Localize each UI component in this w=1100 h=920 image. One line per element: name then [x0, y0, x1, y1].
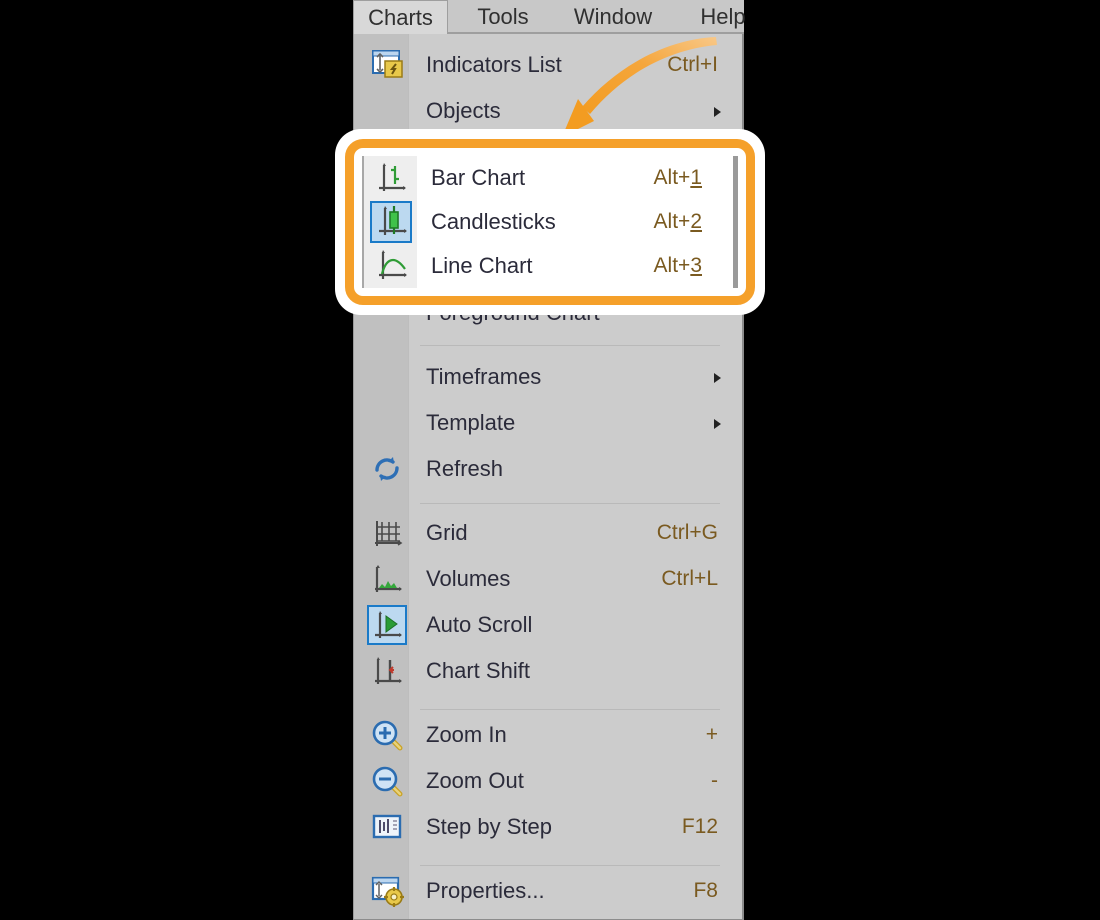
highlight-item-candlesticks-accel: Alt+2 [653, 210, 702, 233]
properties-icon [364, 868, 410, 914]
highlight-callout-content: Bar Chart Alt+1 Candlesticks Alt+2 Line … [362, 156, 738, 288]
menu-separator-3 [420, 709, 720, 710]
menu-item-grid-label: Grid [426, 520, 468, 545]
highlight-item-bar-chart-label: Bar Chart [431, 165, 526, 190]
step-by-step-icon [364, 804, 410, 850]
menu-separator-2 [420, 503, 720, 504]
menu-item-objects-label: Objects [426, 98, 501, 123]
menu-separator-4 [420, 865, 720, 866]
menu-item-chart-shift-label: Chart Shift [426, 658, 530, 683]
menubar-item-charts[interactable]: Charts [353, 0, 448, 36]
menu-item-indicators-list-label: Indicators List [426, 52, 562, 77]
menubar-item-tools[interactable]: Tools [463, 0, 543, 34]
menu-item-properties-label: Properties... [426, 878, 545, 903]
menu-item-step-by-step-accel: F12 [681, 815, 718, 838]
indicators-list-icon [364, 42, 410, 88]
menu-item-auto-scroll-label: Auto Scroll [426, 612, 533, 637]
menubar-item-window[interactable]: Window [553, 0, 673, 34]
highlight-item-bar-chart[interactable]: Bar Chart Alt+1 [362, 156, 738, 200]
menubar-item-tools-label: Tools [477, 4, 529, 29]
menu-item-properties[interactable]: Properties... F8 [355, 868, 743, 914]
menu-bar: Charts Tools Window Help [353, 0, 746, 36]
menubar-item-charts-label: Charts [368, 5, 433, 30]
menu-item-zoom-out[interactable]: Zoom Out - [355, 758, 743, 804]
screen: Charts Tools Window Help Indicators List… [0, 0, 1100, 920]
zoom-out-icon [364, 758, 410, 804]
menu-item-template[interactable]: Template [355, 400, 743, 446]
menu-item-chart-shift[interactable]: Chart Shift [355, 648, 743, 694]
menu-item-indicators-list-accel: Ctrl+I [667, 53, 718, 76]
volumes-icon [364, 556, 410, 602]
line-chart-icon [369, 244, 415, 288]
menu-item-zoom-in[interactable]: Zoom In + [355, 712, 743, 758]
menu-item-grid-accel: Ctrl+G [656, 521, 718, 544]
menu-item-step-by-step-label: Step by Step [426, 814, 552, 839]
menu-item-objects[interactable]: Objects [355, 88, 743, 134]
menu-item-auto-scroll[interactable]: Auto Scroll [355, 602, 743, 648]
menu-item-zoom-out-accel: - [711, 769, 718, 792]
candlesticks-icon [369, 200, 415, 244]
highlight-item-line-chart-label: Line Chart [431, 253, 533, 278]
menu-item-volumes[interactable]: Volumes Ctrl+L [355, 556, 743, 602]
bar-chart-icon [369, 156, 415, 200]
grid-icon [364, 510, 410, 556]
highlight-item-bar-chart-accel: Alt+1 [653, 166, 702, 189]
menu-item-step-by-step[interactable]: Step by Step F12 [355, 804, 743, 850]
chevron-right-icon [714, 419, 721, 429]
highlight-item-candlesticks[interactable]: Candlesticks Alt+2 [362, 200, 738, 244]
menu-item-zoom-in-label: Zoom In [426, 722, 507, 747]
chevron-right-icon [714, 373, 721, 383]
menubar-item-help-label: Help [700, 4, 746, 29]
menubar-item-window-label: Window [573, 4, 653, 29]
menu-item-zoom-in-accel: + [705, 723, 718, 746]
menubar-item-help[interactable]: Help [683, 0, 763, 34]
menu-item-refresh[interactable]: Refresh [355, 446, 743, 492]
menu-item-zoom-out-label: Zoom Out [426, 768, 524, 793]
auto-scroll-icon [364, 602, 410, 648]
highlight-item-line-chart[interactable]: Line Chart Alt+3 [362, 244, 738, 288]
chart-shift-icon [364, 648, 410, 694]
menu-item-indicators-list[interactable]: Indicators List Ctrl+I [355, 42, 743, 88]
chevron-right-icon [714, 107, 721, 117]
menu-item-template-label: Template [426, 410, 516, 435]
menu-item-timeframes-label: Timeframes [426, 364, 542, 389]
menu-item-refresh-label: Refresh [426, 456, 504, 481]
menu-item-properties-accel: F8 [693, 879, 718, 902]
menu-item-volumes-accel: Ctrl+L [661, 567, 718, 590]
highlight-item-candlesticks-label: Candlesticks [431, 209, 556, 234]
highlight-item-line-chart-accel: Alt+3 [653, 254, 702, 277]
menu-item-timeframes[interactable]: Timeframes [355, 354, 743, 400]
zoom-in-icon [364, 712, 410, 758]
menu-item-volumes-label: Volumes [426, 566, 511, 591]
refresh-icon [364, 446, 410, 492]
menu-separator-1 [420, 345, 720, 346]
menu-item-grid[interactable]: Grid Ctrl+G [355, 510, 743, 556]
